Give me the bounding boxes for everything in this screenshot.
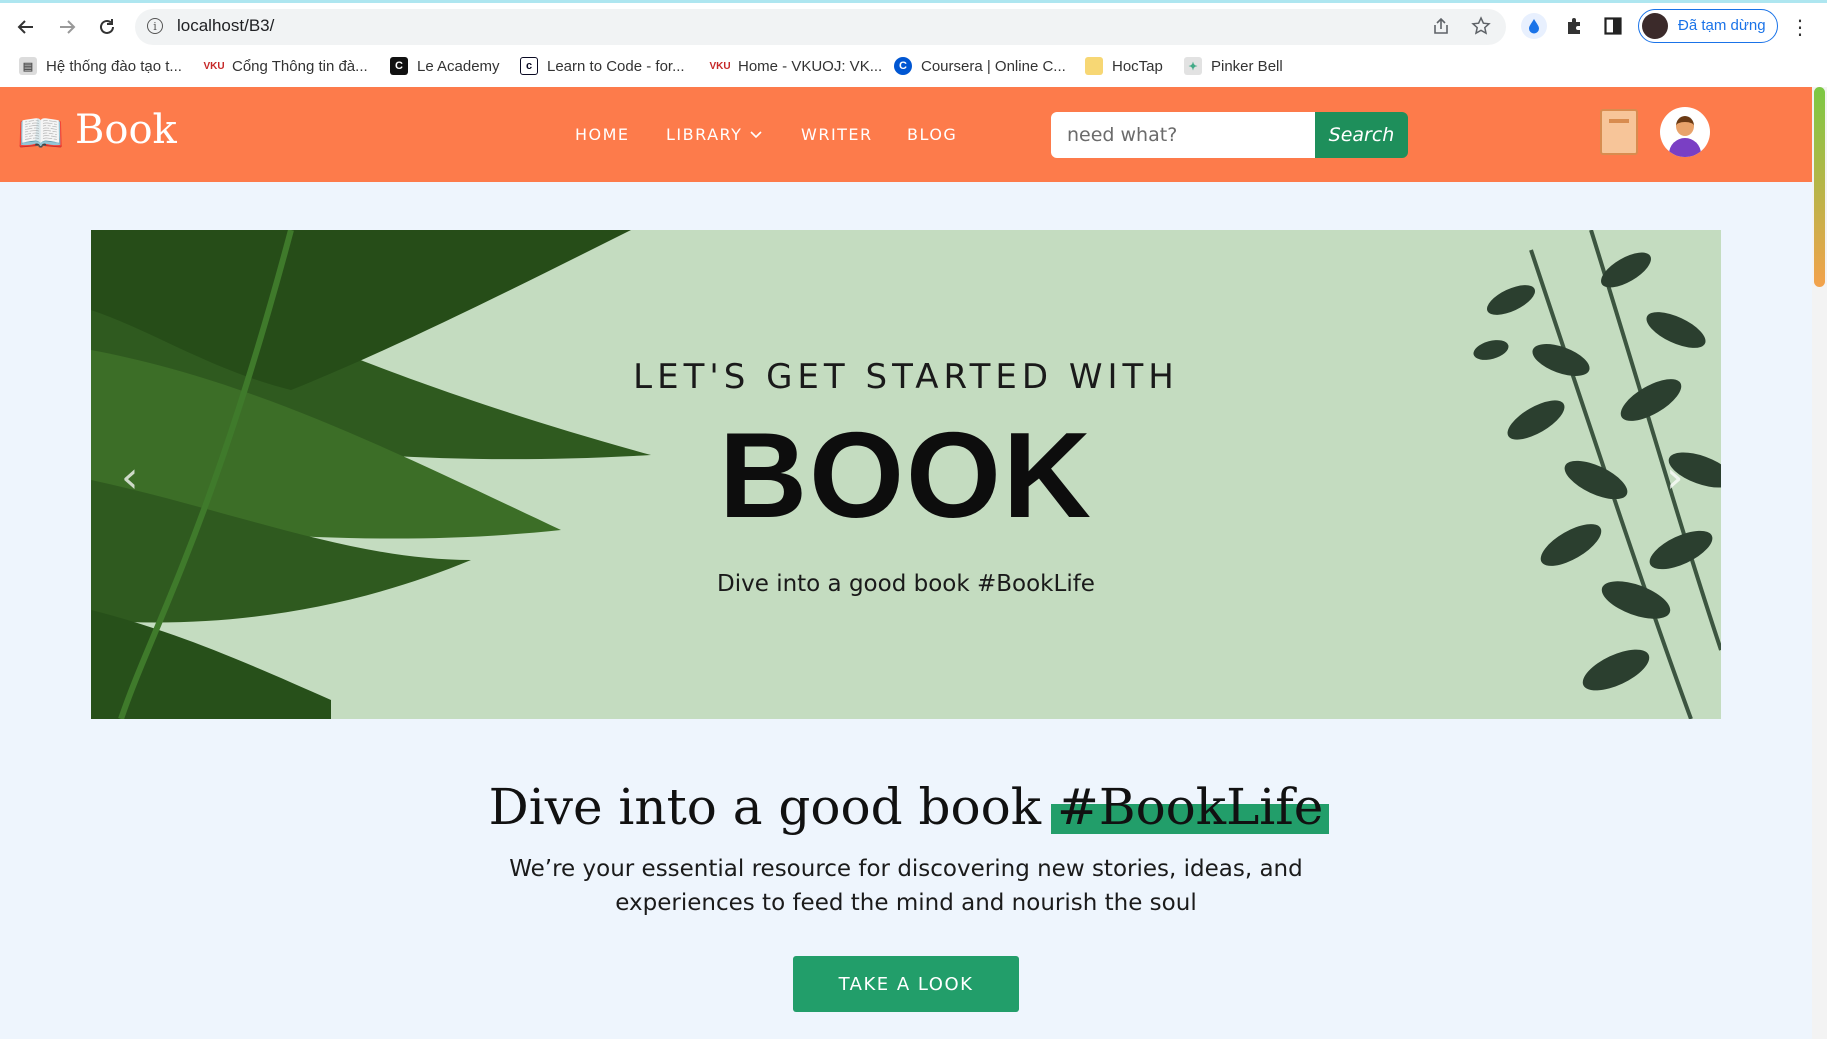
page-scrollbar[interactable] xyxy=(1812,87,1827,1039)
vku-icon: VKU xyxy=(709,60,731,72)
site-header: 📖 Book HOME LIBRARY WRITER BLOG Search xyxy=(0,87,1812,182)
search-input[interactable] xyxy=(1051,112,1316,158)
folder-icon xyxy=(1085,57,1103,75)
bookmark-item[interactable]: VKU Cổng Thông tin đà... xyxy=(203,57,368,75)
intro-heading: Dive into a good book #BookLife xyxy=(0,778,1812,836)
nav-writer[interactable]: WRITER xyxy=(801,125,873,144)
take-a-look-button[interactable]: TAKE A LOOK xyxy=(793,956,1019,1012)
bookmark-item[interactable]: C Le Academy xyxy=(390,57,500,75)
hero-carousel: LET'S GET STARTED WITH BOOK Dive into a … xyxy=(91,230,1721,719)
hero-kicker: LET'S GET STARTED WITH xyxy=(633,357,1179,397)
bookmark-label: Le Academy xyxy=(417,57,500,75)
browser-menu-icon[interactable]: ⋮ xyxy=(1790,15,1810,39)
vku-icon: VKU xyxy=(203,60,225,72)
avatar-body xyxy=(1669,138,1701,157)
chevron-down-icon xyxy=(750,130,762,138)
bookmark-item[interactable]: ✦ Pinker Bell xyxy=(1184,57,1283,75)
bookmark-label: Learn to Code - for... xyxy=(547,57,685,75)
profile-button[interactable]: Đã tạm dừng xyxy=(1638,9,1778,43)
avatar-head xyxy=(1676,116,1694,136)
hero-title: BOOK xyxy=(719,407,1093,543)
water-drop-extension-icon[interactable] xyxy=(1521,13,1547,39)
side-panel-icon[interactable] xyxy=(1600,13,1626,39)
carousel-next-icon[interactable]: › xyxy=(1666,452,1684,503)
nav-home[interactable]: HOME xyxy=(575,125,630,144)
nav-library[interactable]: LIBRARY xyxy=(666,125,762,144)
profile-status: Đã tạm dừng xyxy=(1678,17,1766,34)
scrollbar-thumb[interactable] xyxy=(1814,87,1825,287)
page-icon: ▤ xyxy=(19,57,37,75)
nav-library-label: LIBRARY xyxy=(666,125,743,144)
bookmark-label: Coursera | Online C... xyxy=(921,57,1066,75)
extensions-puzzle-icon[interactable] xyxy=(1561,13,1587,39)
coursera-icon: C xyxy=(894,57,912,75)
bookmark-item[interactable]: ▤ Hệ thống đào tạo t... xyxy=(19,57,182,75)
bookmarks-bar: ▤ Hệ thống đào tạo t... VKU Cổng Thông t… xyxy=(0,49,1827,88)
search-button[interactable]: Search xyxy=(1315,112,1408,158)
user-avatar[interactable] xyxy=(1660,107,1710,157)
back-icon[interactable] xyxy=(10,11,42,43)
bookmark-label: HocTap xyxy=(1112,57,1163,75)
site-info-icon[interactable]: i xyxy=(147,18,163,34)
intro-heading-highlight: #BookLife xyxy=(1050,778,1330,836)
url-text[interactable]: localhost/B3/ xyxy=(177,16,274,36)
bookmark-label: Pinker Bell xyxy=(1211,57,1283,75)
bookmark-label: Hệ thống đào tạo t... xyxy=(46,57,182,75)
reload-icon[interactable] xyxy=(91,11,123,43)
page-icon: ✦ xyxy=(1184,57,1202,75)
bookmark-label: Cổng Thông tin đà... xyxy=(232,57,368,75)
hero-subtitle: Dive into a good book #BookLife xyxy=(717,571,1095,597)
forward-icon[interactable] xyxy=(51,11,83,43)
browser-toolbar: i localhost/B3/ Đã tạm dừng ⋮ xyxy=(0,3,1827,49)
open-book-icon[interactable]: 📖 xyxy=(17,111,64,156)
bookmark-item[interactable]: c Learn to Code - for... xyxy=(520,57,685,75)
intro-description-line2: experiences to feed the mind and nourish… xyxy=(615,890,1197,916)
profile-avatar xyxy=(1642,13,1668,39)
bookmark-label: Home - VKUOJ: VK... xyxy=(738,57,883,75)
intro-heading-main: Dive into a good book xyxy=(488,778,1057,836)
bookmark-item[interactable]: HocTap xyxy=(1085,57,1163,75)
address-bar[interactable]: i localhost/B3/ xyxy=(135,9,1506,45)
intro-description: We’re your essential resource for discov… xyxy=(0,852,1812,920)
bookmark-item[interactable]: C Coursera | Online C... xyxy=(894,57,1066,75)
nav-blog[interactable]: BLOG xyxy=(907,125,957,144)
book-icon[interactable] xyxy=(1600,109,1638,155)
bookmark-item[interactable]: VKU Home - VKUOJ: VK... xyxy=(709,57,883,75)
carousel-prev-icon[interactable]: ‹ xyxy=(121,452,139,503)
c-icon: C xyxy=(390,57,408,75)
site-logo-text[interactable]: Book xyxy=(75,107,177,153)
share-icon[interactable] xyxy=(1431,16,1451,41)
code-icon: c xyxy=(520,57,538,75)
bookmark-star-icon[interactable] xyxy=(1471,16,1491,41)
intro-description-line1: We’re your essential resource for discov… xyxy=(509,856,1303,882)
